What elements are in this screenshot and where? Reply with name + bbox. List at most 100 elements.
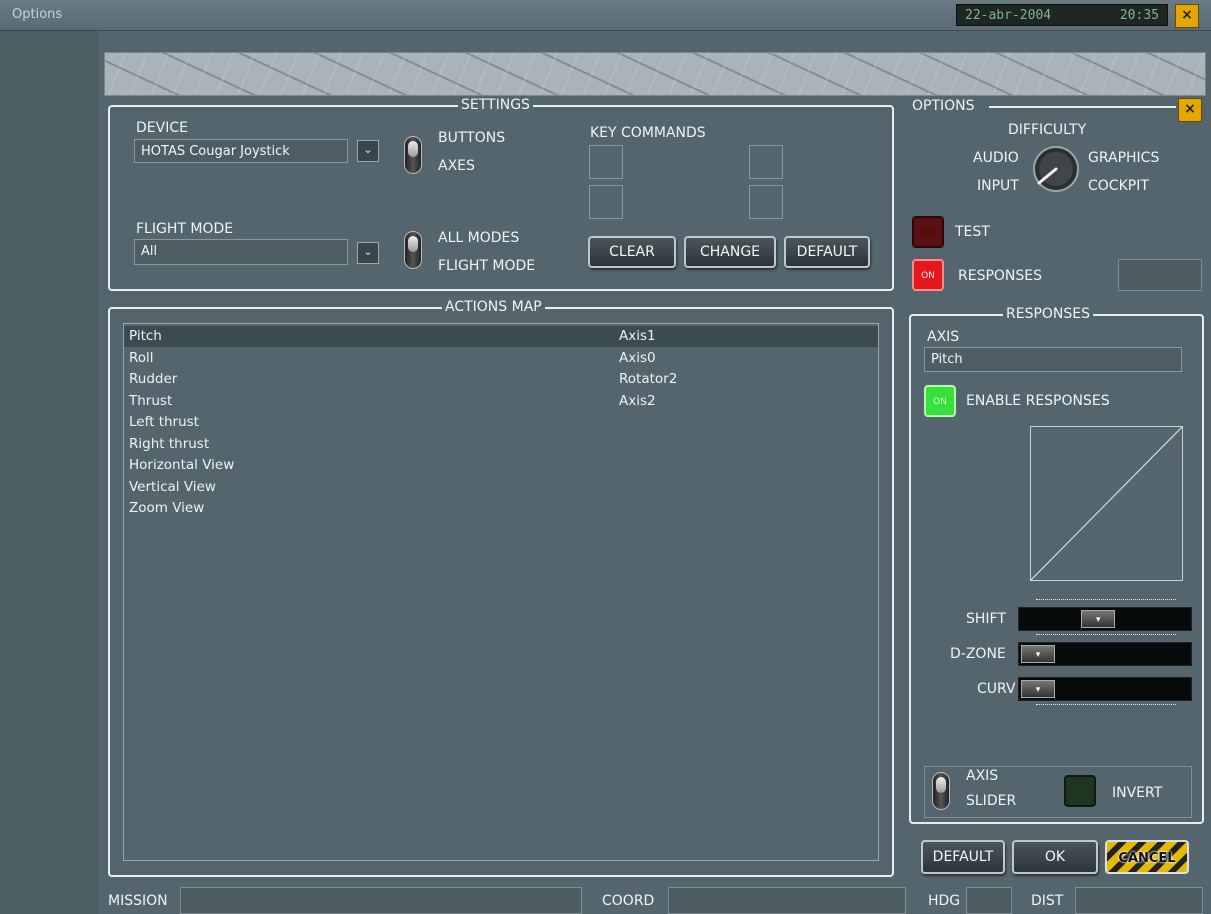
- toggle-knob: [408, 236, 418, 252]
- action-row[interactable]: Pitch Axis1: [124, 326, 878, 347]
- responses-led-text: ON: [921, 271, 935, 281]
- responses-value-field: [1118, 259, 1202, 291]
- default-button[interactable]: DEFAULT: [921, 840, 1005, 874]
- action-name: Thrust: [129, 392, 173, 409]
- axes-option-label: AXES: [438, 158, 475, 174]
- dist-field: [1075, 887, 1203, 914]
- settings-title: SETTINGS: [458, 97, 533, 113]
- device-select[interactable]: HOTAS Cougar Joystick: [134, 139, 348, 163]
- flight-mode-dropdown-button[interactable]: ⌄: [357, 242, 379, 264]
- action-row[interactable]: Rudder Rotator2: [124, 369, 878, 390]
- ok-button-label: OK: [1044, 849, 1066, 865]
- invert-led-text: ON: [1073, 787, 1087, 797]
- action-row[interactable]: Zoom View: [124, 498, 878, 519]
- curv-label: CURV: [977, 681, 1016, 697]
- modes-toggle[interactable]: [404, 231, 422, 269]
- options-title: OPTIONS: [912, 98, 975, 114]
- action-name: Rudder: [129, 371, 178, 387]
- window-close-button[interactable]: ×: [1175, 4, 1199, 28]
- action-name: Horizontal View: [129, 457, 235, 473]
- dzone-slider[interactable]: ▾: [1018, 642, 1192, 666]
- dzone-ticks: [1036, 634, 1176, 642]
- date-text: 22-abr-2004: [965, 7, 1052, 23]
- actions-map-title: ACTIONS MAP: [442, 299, 545, 315]
- flight-mode-select[interactable]: All: [134, 239, 348, 265]
- dist-label: DIST: [1031, 893, 1064, 909]
- change-button[interactable]: CHANGE: [684, 236, 776, 268]
- cancel-button[interactable]: CANCEL: [1105, 840, 1189, 874]
- action-binding: Axis2: [619, 392, 656, 409]
- dial-input-label: INPUT: [977, 178, 1019, 194]
- toggle-knob: [936, 777, 946, 793]
- shift-slider-thumb[interactable]: ▾: [1081, 610, 1116, 628]
- action-name: Zoom View: [129, 500, 205, 516]
- ok-button[interactable]: OK: [1012, 840, 1098, 874]
- clear-button[interactable]: CLEAR: [588, 236, 676, 268]
- enable-responses-led: ON: [933, 397, 947, 407]
- action-row[interactable]: Horizontal View: [124, 455, 878, 476]
- action-row[interactable]: Roll Axis0: [124, 348, 878, 369]
- options-close-button[interactable]: ×: [1178, 98, 1202, 122]
- test-label: TEST: [955, 224, 990, 240]
- hdg-label: HDG: [928, 893, 961, 909]
- enable-responses-button[interactable]: ON: [924, 385, 956, 417]
- device-dropdown-button[interactable]: ⌄: [357, 140, 379, 162]
- shift-slider[interactable]: ▾: [1018, 607, 1192, 631]
- device-label: DEVICE: [136, 120, 188, 136]
- curv-slider[interactable]: ▾: [1018, 677, 1192, 701]
- axis-slider-toggle[interactable]: [932, 772, 950, 810]
- chevron-down-icon: ⌄: [363, 245, 373, 258]
- action-row[interactable]: Left thrust: [124, 412, 878, 433]
- buttons-axes-toggle[interactable]: [404, 136, 422, 174]
- shift-ticks: [1036, 599, 1176, 607]
- window-title: Options: [12, 7, 63, 22]
- action-row[interactable]: Vertical View: [124, 477, 878, 498]
- key-command-slot-4[interactable]: [749, 185, 783, 219]
- shift-label: SHIFT: [966, 611, 1006, 627]
- key-command-slot-3[interactable]: [589, 185, 623, 219]
- action-name: Roll: [129, 349, 154, 366]
- close-icon: ×: [1181, 7, 1193, 23]
- dial-cockpit-label: COCKPIT: [1088, 178, 1149, 194]
- key-command-slot-2[interactable]: [749, 145, 783, 179]
- flight-mode-option-label: FLIGHT MODE: [438, 258, 536, 274]
- left-background-strip: [0, 31, 98, 914]
- time-text: 20:35: [1119, 7, 1159, 23]
- dzone-slider-thumb[interactable]: ▾: [1021, 645, 1055, 663]
- dial-graphics-label: GRAPHICS: [1088, 150, 1160, 166]
- options-category-dial[interactable]: [1030, 143, 1082, 195]
- action-row[interactable]: Right thrust: [124, 434, 878, 455]
- hdg-field: [966, 887, 1012, 914]
- curv-slider-thumb[interactable]: ▾: [1021, 680, 1055, 698]
- flight-mode-label: FLIGHT MODE: [136, 221, 234, 237]
- change-button-label: CHANGE: [699, 244, 761, 260]
- actions-list[interactable]: Pitch Axis1 Roll Axis0 Rudder Rotator2 Thrust A…: [123, 323, 879, 861]
- slider-option-label: SLIDER: [966, 793, 1017, 809]
- dial-audio-label: AUDIO: [973, 150, 1019, 166]
- action-binding: Rotator2: [619, 371, 678, 387]
- close-icon: ×: [1184, 101, 1196, 117]
- default-key-button[interactable]: DEFAULT: [784, 236, 870, 268]
- responses-led-button[interactable]: ON: [912, 259, 944, 291]
- dzone-label: D-ZONE: [950, 646, 1006, 662]
- axis-value: Pitch: [931, 352, 963, 367]
- mission-field: [180, 887, 582, 914]
- title-bar: Options 22-abr-2004 20:35 ×: [0, 0, 1211, 31]
- coord-label: COORD: [602, 893, 655, 909]
- options-divider: [989, 106, 1176, 108]
- toggle-knob: [408, 141, 418, 157]
- invert-label: INVERT: [1112, 785, 1163, 801]
- clear-button-label: CLEAR: [609, 244, 655, 260]
- invert-led-button[interactable]: ON: [1064, 775, 1096, 807]
- axis-value-field: Pitch: [924, 347, 1182, 372]
- key-command-slot-1[interactable]: [589, 145, 623, 179]
- responses-label: RESPONSES: [958, 268, 1043, 284]
- response-curve-graph: [1030, 426, 1183, 581]
- responses-title: RESPONSES: [1003, 306, 1094, 322]
- action-binding: Axis0: [619, 349, 656, 366]
- action-row[interactable]: Thrust Axis2: [124, 391, 878, 412]
- mission-label: MISSION: [108, 893, 168, 909]
- test-led-text: ON: [921, 228, 935, 238]
- test-led-button[interactable]: ON: [912, 216, 944, 248]
- flight-mode-value: All: [141, 244, 158, 259]
